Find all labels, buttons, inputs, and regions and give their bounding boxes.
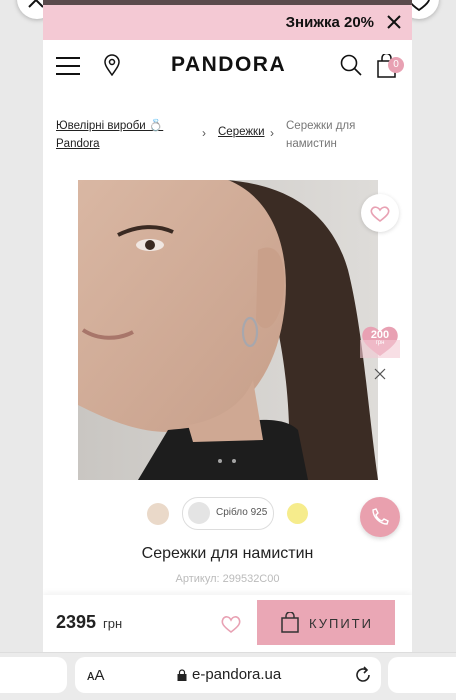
promo-text: Знижка 20% — [285, 14, 374, 31]
buy-button-label: КУПИТИ — [309, 616, 373, 631]
phone-icon — [372, 508, 389, 525]
metal-swatches: Срібло 925 — [43, 480, 412, 540]
cart-count-badge: 0 — [388, 57, 404, 73]
product-sku: Артикул: 299532C00 — [175, 573, 280, 585]
search-icon[interactable] — [340, 54, 362, 76]
buy-button[interactable]: КУПИТИ — [257, 600, 395, 645]
reload-icon[interactable] — [354, 666, 372, 684]
heart-icon — [370, 206, 390, 223]
address-bar[interactable]: ᴀA e-pandora.ua — [75, 657, 381, 693]
heart-icon[interactable] — [220, 614, 242, 634]
breadcrumb: Ювелірні вироби 💍 Pandora › Сережки › Се… — [43, 92, 412, 180]
next-tab[interactable] — [388, 657, 456, 693]
swatch-silver-dot — [188, 502, 210, 524]
close-icon[interactable] — [374, 368, 386, 380]
wishlist-button[interactable] — [361, 194, 399, 232]
chevron-right-icon: › — [270, 126, 274, 140]
swatch-label: Срібло 925 — [216, 507, 268, 518]
breadcrumb-current: Сережки для намистин — [286, 120, 356, 150]
text-size-button[interactable]: ᴀA — [87, 667, 104, 684]
browser-toolbar: ᴀA e-pandora.ua — [0, 652, 456, 700]
chevron-right-icon: › — [202, 126, 206, 140]
swatch-rose-gold[interactable] — [147, 503, 169, 525]
promo-banner[interactable]: Знижка 20% — [43, 5, 412, 40]
swatch-silver-selected[interactable]: Срібло 925 — [182, 497, 274, 530]
site-header: PANDORA 0 — [43, 40, 412, 92]
model-photo — [78, 180, 378, 480]
buy-bar: 2395 грн КУПИТИ — [43, 595, 412, 652]
product-price: 2395 — [56, 612, 97, 632]
url-text: e-pandora.ua — [192, 666, 282, 683]
breadcrumb-jewelry[interactable]: Ювелірні вироби 💍 Pandora — [56, 117, 176, 153]
close-icon[interactable] — [385, 13, 403, 31]
menu-icon[interactable] — [56, 57, 80, 75]
promo-badge-unit: грн — [375, 340, 385, 346]
breadcrumb-earrings[interactable]: Сережки — [218, 126, 265, 138]
call-button[interactable] — [360, 497, 400, 537]
store-locator-icon[interactable] — [104, 54, 120, 76]
lock-icon — [177, 669, 187, 681]
product-page: Знижка 20% PANDORA 0 Ювелірні вироби 💍 P… — [43, 0, 412, 699]
product-image[interactable] — [78, 180, 378, 480]
carousel-dots[interactable] — [217, 458, 237, 464]
previous-tab[interactable] — [0, 657, 67, 693]
price-currency: грн — [103, 616, 123, 631]
swatch-gold[interactable] — [287, 503, 308, 524]
shopping-bag-icon — [281, 612, 299, 633]
pandora-logo[interactable]: PANDORA — [171, 53, 286, 77]
product-title: Сережки для намистин — [141, 545, 314, 562]
